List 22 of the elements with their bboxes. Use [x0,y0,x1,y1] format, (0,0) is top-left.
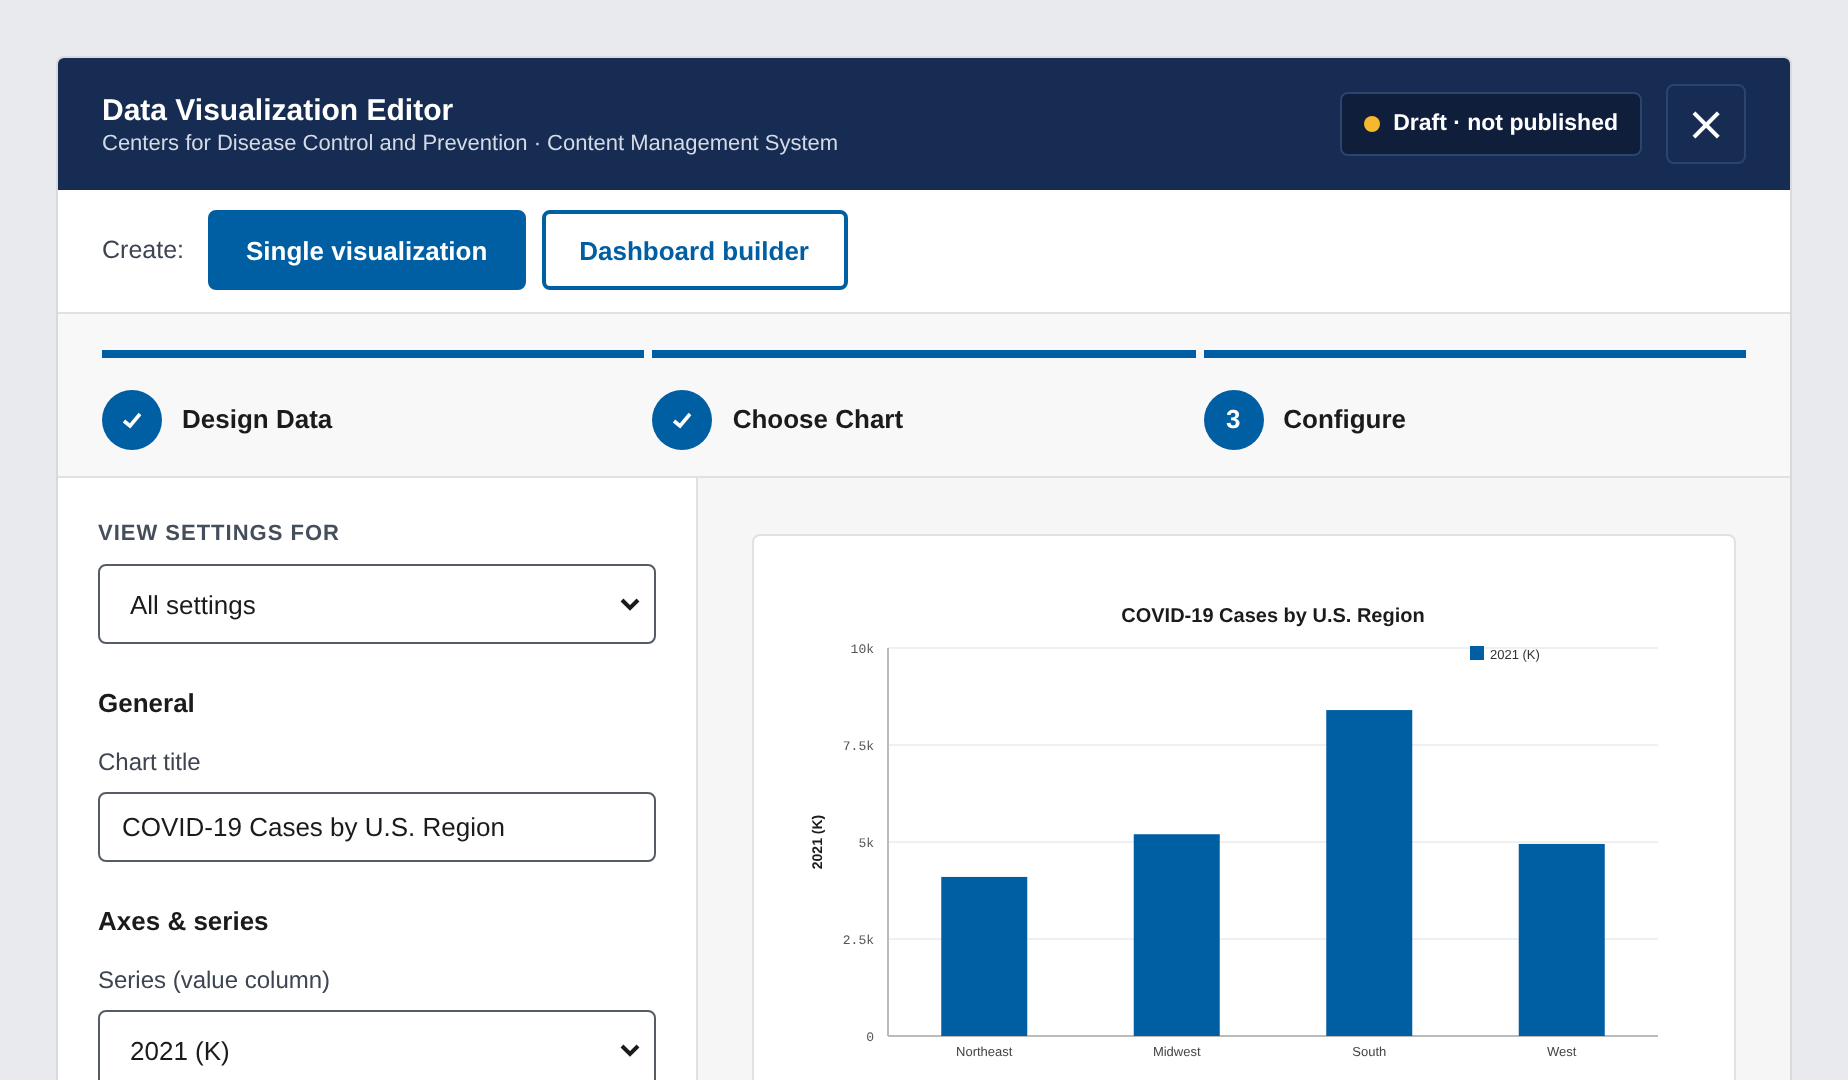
close-button[interactable]: × [1666,84,1746,165]
step-label: Choose Chart [732,404,904,435]
input-field[interactable]: COVID-19 Cases by U.S. Region [98,792,656,863]
window-subtitle: Centers for Disease Control and Prevention · Content Management System [102,131,841,156]
step-label: Configure [1283,404,1407,435]
chart-title: COVID-19 Cases by U.S. Region [1121,606,1425,629]
section-caption: VIEW SETTINGS FOR [98,522,342,547]
field-label: Chart title [98,748,203,777]
create-label: Create: [102,236,184,265]
step-number: 3 [1203,389,1264,450]
select-value: All settings [130,589,256,620]
section-heading: Axes & series [98,906,271,937]
step-label: Design Data [182,404,333,435]
mode-button[interactable]: Single visualization [208,210,526,291]
view-select[interactable]: All settings [98,564,656,645]
mode-button[interactable]: Dashboard builder [541,210,847,291]
select-field[interactable]: 2021 (K) [98,1010,656,1080]
field-label: Series (value column) [98,966,333,995]
window-title: Data Visualization Editor [102,93,456,128]
select-value: 2021 (K) [130,1035,230,1066]
section-heading: General [98,688,197,719]
status-text: Draft · not published [1393,112,1618,137]
